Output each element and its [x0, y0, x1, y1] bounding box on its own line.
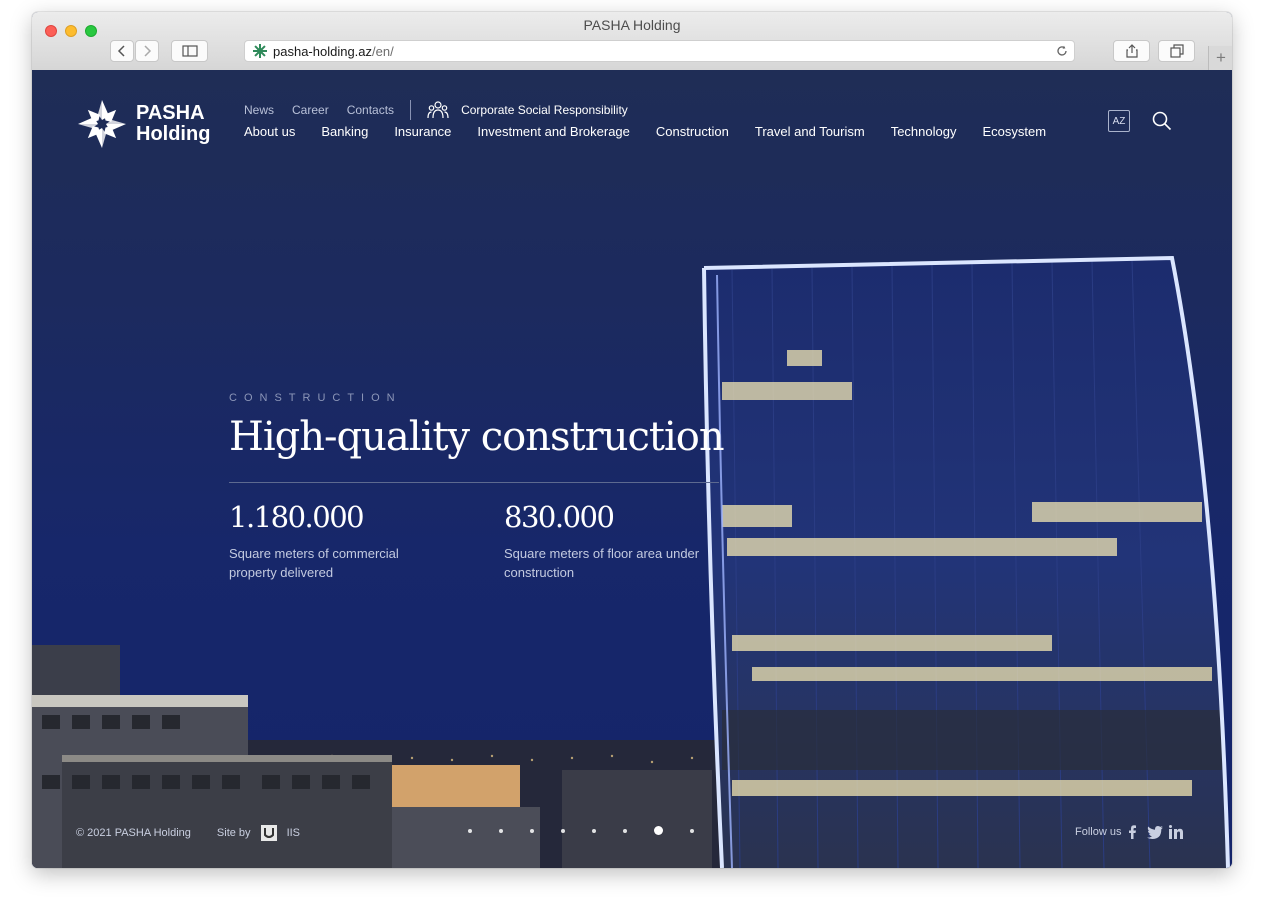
people-icon — [427, 101, 449, 119]
reload-icon[interactable] — [1056, 45, 1068, 57]
main-nav: About us Banking Insurance Investment an… — [244, 124, 1072, 139]
chevron-right-icon — [144, 45, 152, 57]
hero-headline: High-quality construction — [229, 414, 725, 460]
nav-item-travel-tourism[interactable]: Travel and Tourism — [755, 124, 865, 139]
nav-divider — [410, 100, 412, 120]
window-title: PASHA Holding — [583, 17, 681, 33]
linkedin-icon[interactable] — [1169, 825, 1185, 839]
nav-item-technology[interactable]: Technology — [891, 124, 957, 139]
copyright-text: © 2021 PASHA Holding — [76, 827, 191, 839]
back-button[interactable] — [110, 40, 134, 62]
secondary-nav: News Career Contacts Corporate Social Re… — [244, 100, 646, 120]
slider-dot[interactable] — [468, 828, 472, 833]
nav-item-construction[interactable]: Construction — [656, 124, 729, 139]
slider-dot[interactable] — [530, 828, 534, 833]
nav-item-ecosystem[interactable]: Ecosystem — [982, 124, 1046, 139]
agency-logo-icon[interactable] — [260, 825, 277, 841]
logo-wordmark: PASHA Holding — [136, 103, 210, 145]
site-by-text: Site by — [216, 827, 251, 839]
stat-value: 1.180.000 — [229, 500, 365, 534]
nav-item-insurance[interactable]: Insurance — [394, 124, 451, 139]
nav-item-banking[interactable]: Banking — [321, 124, 368, 139]
stat-value: 830.000 — [504, 500, 615, 534]
url-host: pasha-holding.az — [273, 43, 373, 59]
browser-toolbar: PASHA Holding pasha-holding.az/en/ + — [32, 12, 1232, 71]
pasha-star-logo-icon — [78, 100, 126, 148]
share-icon — [1125, 44, 1138, 58]
follow-us-label: Follow us — [1075, 826, 1122, 838]
hero-kicker: CONSTRUCTION — [229, 392, 402, 404]
slider-dot-active[interactable] — [654, 826, 663, 835]
pasha-holding-logo[interactable]: PASHA Holding — [76, 98, 210, 150]
nav-link-career[interactable]: Career — [292, 103, 329, 117]
hero-divider — [229, 482, 719, 483]
csr-label: Corporate Social Responsibility — [461, 103, 628, 117]
nav-item-investment-brokerage[interactable]: Investment and Brokerage — [477, 124, 629, 139]
stat-label: Square meters of commercial property del… — [229, 546, 399, 580]
logo-line-1: PASHA — [136, 102, 205, 124]
browser-window: PASHA Holding pasha-holding.az/en/ + PAS… — [32, 12, 1232, 868]
chevron-left-icon — [117, 45, 125, 57]
city-night-background — [32, 70, 1232, 868]
twitter-icon[interactable] — [1147, 825, 1164, 839]
website-viewport: PASHA Holding News Career Contacts Corpo… — [32, 70, 1232, 868]
url-path: /en/ — [372, 43, 394, 59]
search-icon[interactable] — [1152, 111, 1172, 131]
site-favicon-icon — [253, 44, 267, 58]
sidebar-toggle-button[interactable] — [171, 40, 208, 62]
footer-credits: © 2021 PASHA Holding Site by IIS — [76, 825, 300, 841]
language-switch-button[interactable]: AZ — [1108, 110, 1130, 132]
slider-pagination — [468, 826, 721, 835]
nav-link-news[interactable]: News — [244, 103, 274, 117]
stat-block-under-construction: 830.000 Square meters of floor area unde… — [504, 500, 719, 582]
facebook-icon[interactable] — [1127, 825, 1137, 839]
social-links: Follow us — [1075, 825, 1185, 839]
nav-link-csr[interactable]: Corporate Social Responsibility — [427, 100, 646, 120]
nav-link-contacts[interactable]: Contacts — [347, 103, 394, 117]
slider-dot[interactable] — [690, 828, 694, 833]
stat-label: Square meters of floor area under constr… — [504, 546, 700, 580]
logo-line-2: Holding — [136, 123, 211, 145]
slider-dot[interactable] — [592, 828, 596, 833]
slider-dot[interactable] — [623, 828, 627, 833]
share-button[interactable] — [1113, 40, 1150, 62]
slider-dot[interactable] — [561, 828, 565, 833]
new-tab-button[interactable]: + — [1208, 46, 1232, 70]
tabs-overview-button[interactable] — [1158, 40, 1195, 62]
address-bar[interactable]: pasha-holding.az/en/ — [244, 40, 1075, 62]
nav-item-about-us[interactable]: About us — [244, 124, 295, 139]
agency-name[interactable]: IIS — [287, 827, 300, 839]
sidebar-icon — [181, 45, 198, 57]
tabs-icon — [1169, 44, 1184, 58]
slider-dot[interactable] — [499, 828, 503, 833]
stat-block-delivered: 1.180.000 Square meters of commercial pr… — [229, 500, 444, 582]
forward-button[interactable] — [135, 40, 159, 62]
